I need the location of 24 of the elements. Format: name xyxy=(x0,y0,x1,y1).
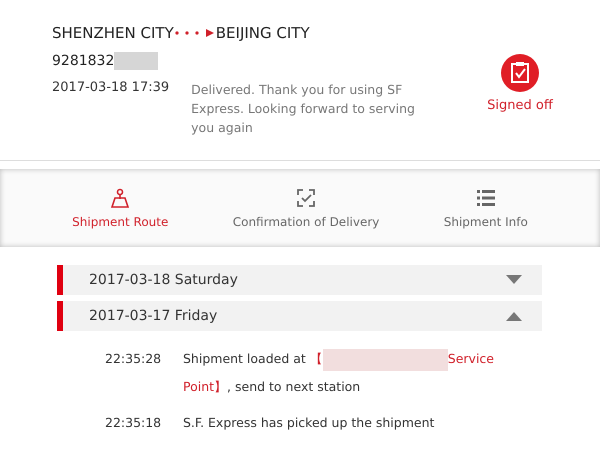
delivery-time: 2017-03-18 17:39 xyxy=(52,80,170,97)
status-label: Signed off xyxy=(487,98,553,112)
day-date: 2017-03-18 Saturday xyxy=(89,272,238,288)
caret-down-icon xyxy=(506,275,522,285)
tab[interactable]: Shipment Route xyxy=(72,187,168,229)
event-description: Shipment loaded at 【 Service Point】, send to next station xyxy=(183,345,503,401)
destination-city: BEIJING CITY xyxy=(216,24,310,42)
delivery-message: Delivered. Thank you for using SF Express. Looking forward to serving you again xyxy=(191,81,416,137)
tab[interactable]: Shipment Info xyxy=(444,187,528,229)
tab[interactable]: Confirmation of Delivery xyxy=(232,187,380,229)
route-arrow-icon xyxy=(174,28,216,38)
event-time: 22:35:18 xyxy=(105,414,162,432)
map-pin-icon xyxy=(109,187,132,209)
origin-city: SHENZHEN CITY xyxy=(52,24,174,42)
checkbox-icon xyxy=(295,187,318,209)
event-time: 22:35:28 xyxy=(105,350,162,368)
caret-up-icon xyxy=(506,311,522,321)
signed-clipboard-icon xyxy=(501,54,539,92)
waybill-number: 9281832 xyxy=(52,53,114,69)
day-header[interactable]: 2017-03-18 Saturday xyxy=(57,265,542,295)
day-header[interactable]: 2017-03-17 Friday xyxy=(57,301,542,331)
list-icon xyxy=(474,187,497,209)
event-description: S.F. Express has picked up the shipment xyxy=(183,414,436,432)
day-date: 2017-03-17 Friday xyxy=(89,308,218,324)
